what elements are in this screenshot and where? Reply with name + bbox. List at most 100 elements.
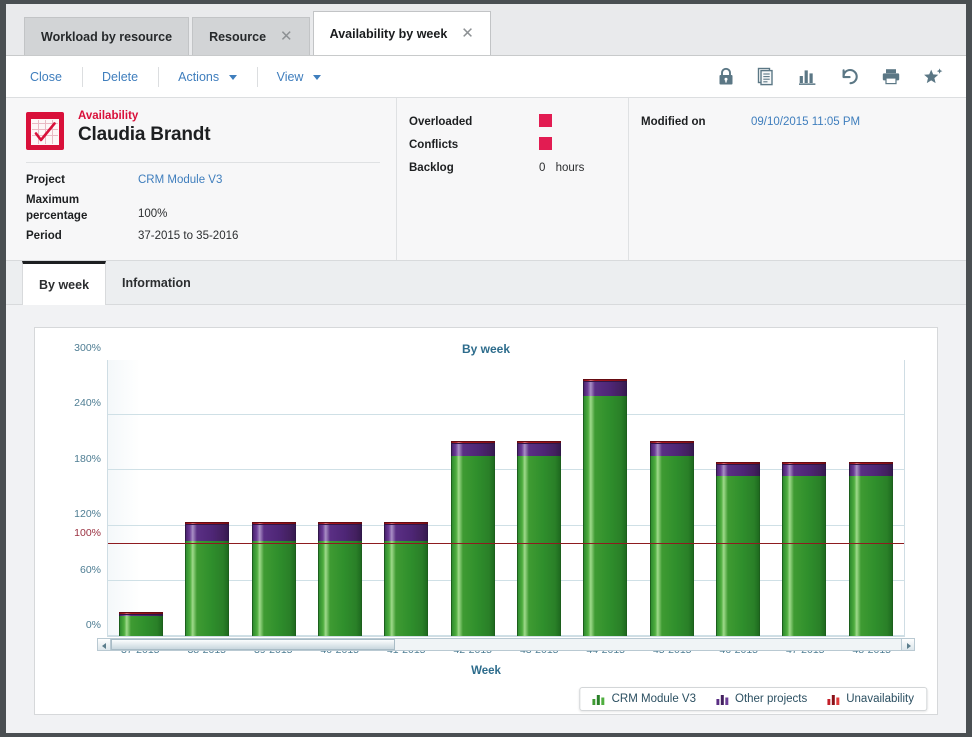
bar-segment[interactable]: [450, 443, 495, 456]
delete-button[interactable]: Delete: [81, 65, 158, 89]
scroll-left-arrow-icon[interactable]: [98, 639, 111, 650]
close-button[interactable]: Close: [24, 65, 82, 89]
modified-on-value[interactable]: 09/10/2015 11:05 PM: [751, 116, 860, 128]
bar-segment[interactable]: [185, 540, 230, 636]
print-icon[interactable]: [881, 67, 901, 86]
bar-chart-icon[interactable]: [798, 67, 817, 86]
field-value-project-link[interactable]: CRM Module V3: [138, 172, 222, 188]
legend-item-unavailability[interactable]: Unavailability: [827, 693, 914, 705]
scrollbar-thumb[interactable]: [111, 639, 396, 650]
stacked-bar[interactable]: [848, 462, 893, 636]
y-axis-tick-label: 60%: [79, 563, 101, 576]
button-label: Delete: [101, 69, 139, 84]
tab-label: Resource: [209, 29, 267, 44]
stacked-bar[interactable]: [185, 522, 230, 636]
bar-slot: [307, 360, 373, 636]
chart-plot-area: 0% 60% 120% 180% 240% 300% 100%: [59, 342, 905, 637]
bar-chart-icon: [716, 695, 728, 705]
tab-by-week[interactable]: By week: [22, 261, 107, 305]
stacked-bar[interactable]: [450, 441, 495, 636]
page-title: Claudia Brandt: [78, 124, 211, 145]
actions-menu-button[interactable]: Actions: [158, 65, 256, 89]
stacked-bar[interactable]: [384, 522, 429, 636]
bar-segment[interactable]: [649, 455, 694, 636]
bar-segment[interactable]: [517, 455, 562, 636]
scroll-right-arrow-icon[interactable]: [901, 639, 914, 650]
stacked-bar[interactable]: [649, 441, 694, 636]
tab-availability-by-week[interactable]: Availability by week ✕: [312, 11, 491, 55]
field-label: Maximum percentage: [26, 194, 88, 222]
button-label: Actions: [178, 69, 220, 84]
lock-icon[interactable]: [717, 67, 735, 86]
metric-value: [539, 113, 552, 130]
close-icon[interactable]: ✕: [461, 26, 474, 41]
bar-segment[interactable]: [782, 476, 827, 636]
bar-segment[interactable]: [517, 443, 562, 456]
bar-segment[interactable]: [649, 443, 694, 456]
bar-segment[interactable]: [251, 524, 296, 541]
bar-segment[interactable]: [450, 455, 495, 636]
tab-workload-by-resource[interactable]: Workload by resource: [24, 17, 190, 55]
field-value: 37-2015 to 35-2016: [138, 230, 239, 242]
close-icon[interactable]: ✕: [280, 29, 293, 44]
tab-resource[interactable]: Resource ✕: [192, 17, 310, 55]
scrollbar-track[interactable]: [111, 639, 901, 650]
chart-card: By week 0%60%120%180%240%300%100% 37-201…: [34, 327, 938, 715]
y-axis-tick-label: 300%: [74, 342, 101, 354]
legend-item-other-projects[interactable]: Other projects: [716, 693, 807, 705]
bar-segment[interactable]: [119, 615, 164, 636]
stacked-bar[interactable]: [318, 522, 363, 636]
bar-segment[interactable]: [716, 476, 761, 636]
bar-segment[interactable]: [848, 464, 893, 477]
legend-item-crm-module-v3[interactable]: CRM Module V3: [592, 693, 696, 705]
bar-segment[interactable]: [185, 524, 230, 541]
bar-segment[interactable]: [251, 540, 296, 636]
field-value: 100%: [138, 208, 168, 220]
bar-segment[interactable]: [782, 464, 827, 477]
y-axis-tick-label: 120%: [74, 508, 101, 521]
stacked-bar[interactable]: [782, 462, 827, 636]
field-label: Project: [26, 174, 65, 186]
stacked-bar[interactable]: [583, 379, 628, 636]
modified-on-label: Modified on: [641, 115, 706, 128]
metric-value: 0 hours: [539, 162, 584, 174]
bar-slot: [705, 360, 771, 636]
tab-information[interactable]: Information: [106, 261, 207, 304]
bar-segment[interactable]: [318, 540, 363, 636]
stacked-bar[interactable]: [119, 612, 164, 636]
status-badge-conflicts: [539, 136, 552, 150]
bar-segment[interactable]: [848, 476, 893, 636]
field-row-maximum-percentage: Maximum percentage 100%: [26, 192, 396, 224]
bar-slot: [440, 360, 506, 636]
bar-slot: [639, 360, 705, 636]
y-axis-tick-label: 0%: [85, 619, 101, 631]
stacked-bar[interactable]: [251, 522, 296, 636]
undo-icon[interactable]: [839, 67, 859, 86]
legend-label: Unavailability: [846, 693, 914, 705]
bar-segment[interactable]: [384, 524, 429, 541]
summary-fields: Project CRM Module V3 Maximum percentage…: [26, 172, 396, 244]
chart-horizontal-scrollbar[interactable]: [97, 638, 915, 651]
y-axis-labels: 0% 60% 120% 180% 240% 300% 100%: [59, 342, 105, 637]
view-menu-button[interactable]: View: [256, 65, 341, 89]
stacked-bar[interactable]: [716, 462, 761, 636]
field-row-project: Project CRM Module V3: [26, 172, 396, 188]
bar-segment[interactable]: [583, 395, 628, 636]
add-favorite-icon[interactable]: [923, 67, 944, 86]
bar-segment[interactable]: [716, 464, 761, 477]
bar-segment[interactable]: [583, 381, 628, 396]
chart-legend: CRM Module V3 Other projects Unavailabil…: [579, 687, 927, 711]
metric-label: Backlog: [409, 161, 454, 174]
button-label: View: [276, 69, 304, 84]
y-axis-tick-label: 240%: [74, 397, 101, 410]
stacked-bar[interactable]: [517, 441, 562, 636]
backlog-unit: hours: [555, 161, 585, 174]
action-bar: Close Delete Actions View: [6, 56, 966, 98]
reference-line-100: [108, 543, 904, 544]
field-row-period: Period 37-2015 to 35-2016: [26, 228, 396, 244]
bar-slot: [108, 360, 174, 636]
bar-segment[interactable]: [318, 524, 363, 541]
copy-icon[interactable]: [757, 67, 776, 86]
bar-segment[interactable]: [384, 540, 429, 636]
modified-on-row: Modified on 09/10/2015 11:05 PM: [641, 110, 966, 133]
